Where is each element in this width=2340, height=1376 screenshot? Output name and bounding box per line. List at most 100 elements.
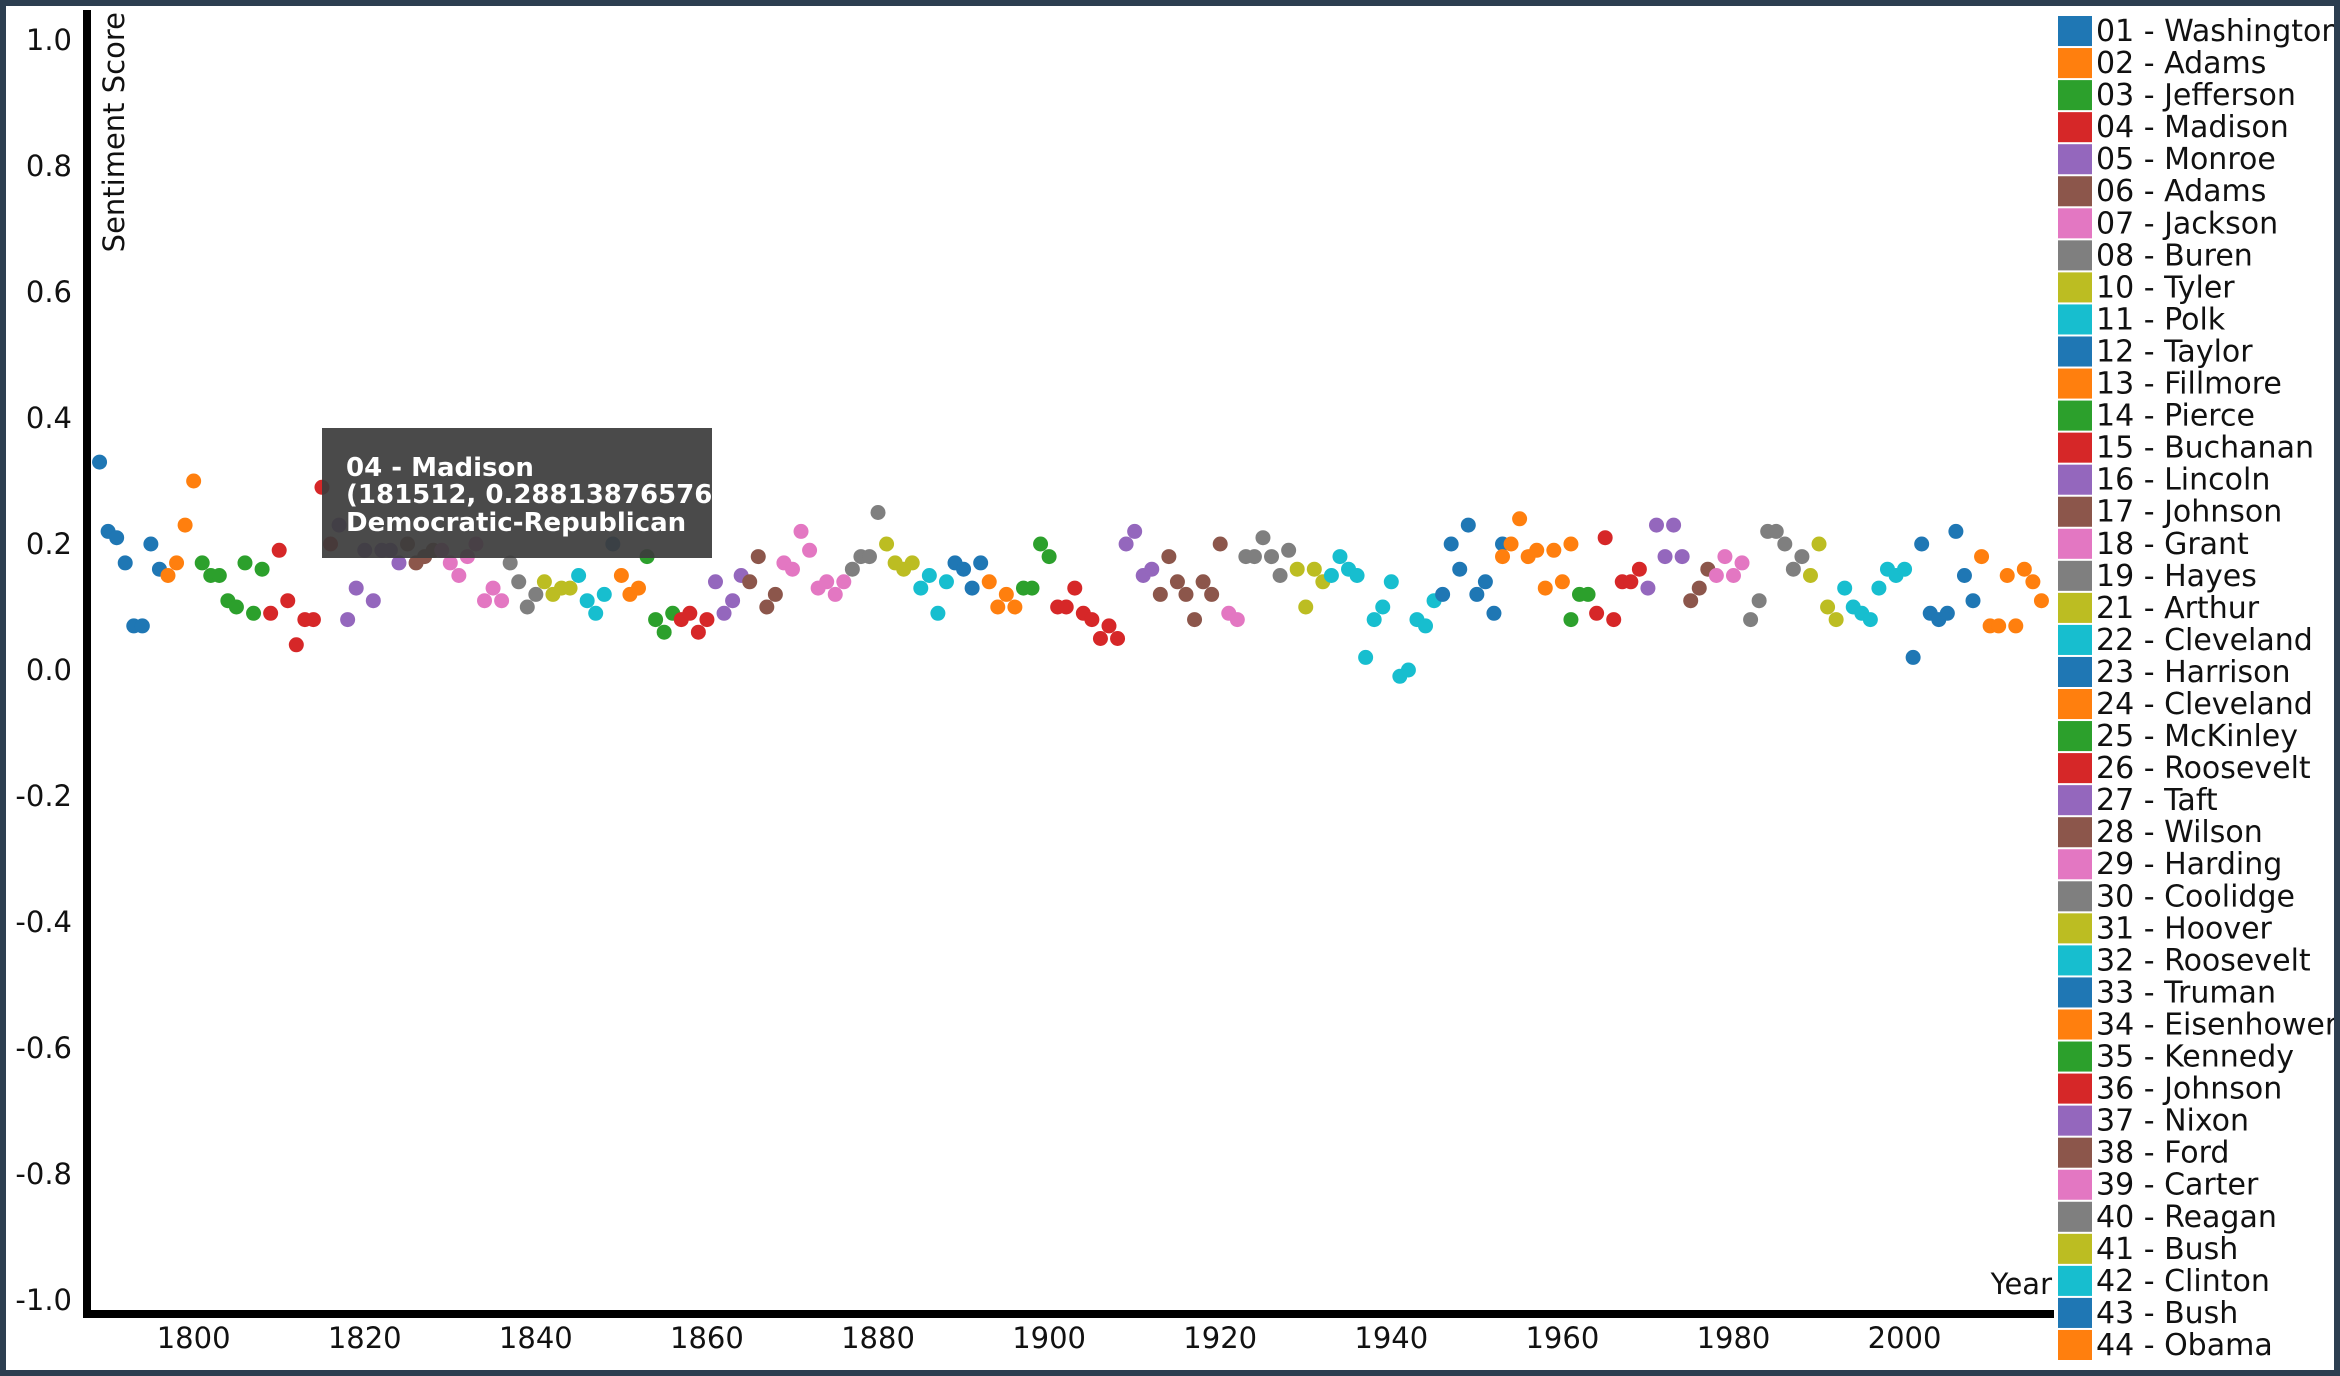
data-point[interactable] (921, 568, 937, 583)
data-point[interactable] (1623, 574, 1639, 590)
data-point[interactable] (1631, 561, 1647, 577)
data-point[interactable] (177, 517, 193, 533)
data-point[interactable] (1443, 536, 1459, 552)
data-point[interactable] (1905, 649, 1921, 665)
data-point[interactable] (1512, 511, 1528, 527)
data-point[interactable] (2008, 618, 2024, 634)
data-point[interactable] (879, 536, 895, 552)
data-point[interactable] (1794, 549, 1810, 565)
data-point[interactable] (2025, 574, 2041, 590)
data-point[interactable] (1332, 549, 1348, 565)
data-point[interactable] (827, 586, 843, 602)
data-point[interactable] (990, 599, 1006, 615)
data-point[interactable] (1777, 536, 1793, 552)
data-point[interactable] (271, 542, 287, 558)
data-point[interactable] (648, 612, 664, 628)
data-point[interactable] (1281, 542, 1297, 558)
data-point[interactable] (613, 568, 629, 583)
data-point[interactable] (1178, 586, 1194, 602)
data-point[interactable] (1666, 517, 1682, 533)
data-point[interactable] (237, 555, 253, 571)
data-point[interactable] (1965, 593, 1981, 609)
data-point[interactable] (725, 593, 741, 609)
data-point[interactable] (1725, 568, 1741, 583)
data-point[interactable] (1418, 618, 1434, 634)
data-point[interactable] (1212, 536, 1228, 552)
data-point[interactable] (1999, 568, 2015, 583)
data-point[interactable] (263, 605, 279, 621)
data-point[interactable] (1717, 549, 1733, 565)
data-point[interactable] (1914, 536, 1930, 552)
data-point[interactable] (1067, 580, 1083, 596)
data-point[interactable] (596, 586, 612, 602)
data-point[interactable] (1828, 612, 1844, 628)
data-point[interactable] (1811, 536, 1827, 552)
data-point[interactable] (759, 599, 775, 615)
data-point[interactable] (682, 605, 698, 621)
data-point[interactable] (1101, 618, 1117, 634)
data-point[interactable] (1289, 561, 1305, 577)
data-point[interactable] (340, 612, 356, 628)
data-point[interactable] (1460, 517, 1476, 533)
data-point[interactable] (1435, 586, 1451, 602)
data-point[interactable] (1802, 568, 1818, 583)
data-point[interactable] (1306, 561, 1322, 577)
data-point[interactable] (750, 549, 766, 565)
data-point[interactable] (1366, 612, 1382, 628)
data-point[interactable] (913, 580, 929, 596)
data-point[interactable] (588, 605, 604, 621)
data-point[interactable] (1948, 523, 1964, 539)
data-point[interactable] (1264, 549, 1280, 565)
data-point[interactable] (92, 454, 108, 470)
data-point[interactable] (819, 574, 835, 590)
data-point[interactable] (1683, 593, 1699, 609)
data-point[interactable] (246, 605, 262, 621)
data-point[interactable] (1537, 580, 1553, 596)
data-point[interactable] (1229, 612, 1245, 628)
data-point[interactable] (630, 580, 646, 596)
data-point[interactable] (1058, 599, 1074, 615)
data-point[interactable] (1597, 530, 1613, 546)
data-point[interactable] (1837, 580, 1853, 596)
data-point[interactable] (1486, 605, 1502, 621)
data-point[interactable] (973, 555, 989, 571)
data-point[interactable] (1529, 542, 1545, 558)
data-point[interactable] (1589, 605, 1605, 621)
data-point[interactable] (656, 624, 672, 640)
data-point[interactable] (1161, 549, 1177, 565)
data-point[interactable] (1323, 568, 1339, 583)
data-point[interactable] (1974, 549, 1990, 565)
data-point[interactable] (571, 568, 587, 583)
data-point[interactable] (1785, 561, 1801, 577)
data-point[interactable] (1033, 536, 1049, 552)
data-point[interactable] (716, 605, 732, 621)
data-point[interactable] (228, 599, 244, 615)
data-point[interactable] (707, 574, 723, 590)
data-point[interactable] (861, 549, 877, 565)
data-point[interactable] (793, 523, 809, 539)
data-point[interactable] (1272, 568, 1288, 583)
data-point[interactable] (836, 574, 852, 590)
data-point[interactable] (305, 612, 321, 628)
data-point[interactable] (844, 561, 860, 577)
data-point[interactable] (1546, 542, 1562, 558)
data-point[interactable] (1007, 599, 1023, 615)
data-point[interactable] (1657, 549, 1673, 565)
data-point[interactable] (348, 580, 364, 596)
data-point[interactable] (365, 593, 381, 609)
data-point[interactable] (1144, 561, 1160, 577)
data-point[interactable] (1606, 612, 1622, 628)
data-point[interactable] (742, 574, 758, 590)
data-point[interactable] (699, 612, 715, 628)
data-point[interactable] (254, 561, 270, 577)
data-point[interactable] (930, 605, 946, 621)
data-point[interactable] (1349, 568, 1365, 583)
data-point[interactable] (767, 586, 783, 602)
data-point[interactable] (1640, 580, 1656, 596)
data-point[interactable] (2033, 593, 2049, 609)
data-point[interactable] (1024, 580, 1040, 596)
data-point[interactable] (1375, 599, 1391, 615)
data-point[interactable] (1563, 612, 1579, 628)
data-point[interactable] (451, 568, 467, 583)
data-point[interactable] (494, 593, 510, 609)
